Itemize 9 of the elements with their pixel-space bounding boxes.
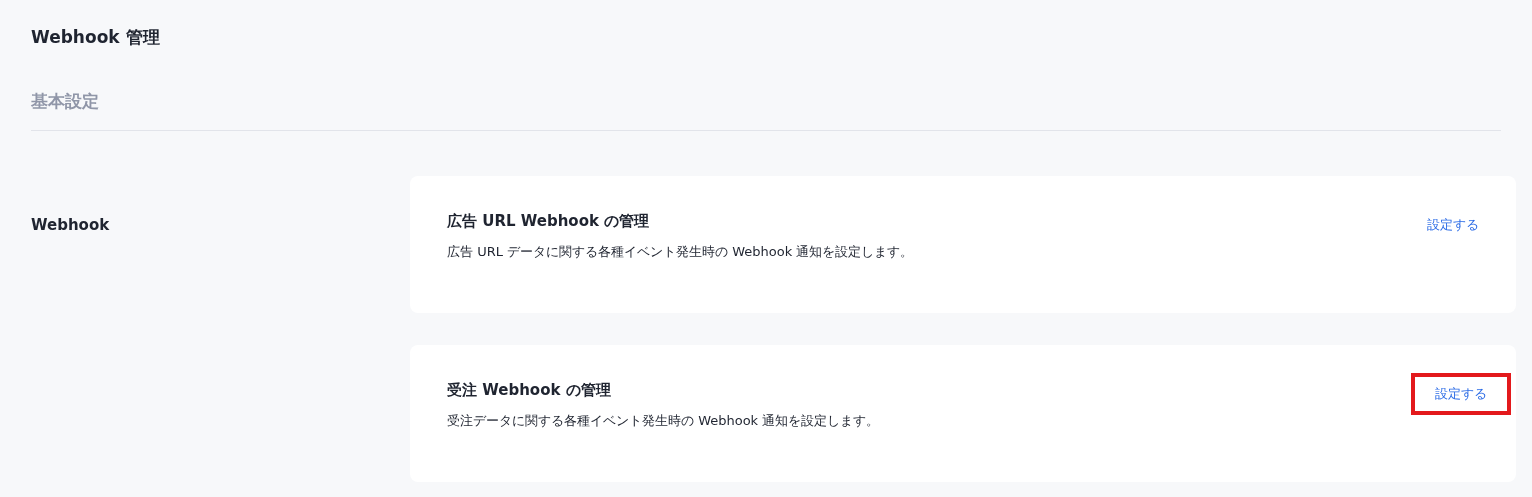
card-description: 受注データに関する各種イベント発生時の Webhook 通知を設定します。 (447, 412, 880, 430)
section-title: 基本設定 (31, 90, 99, 113)
card-description: 広告 URL データに関する各種イベント発生時の Webhook 通知を設定します。 (447, 243, 914, 261)
card-title: 広告 URL Webhook の管理 (447, 211, 650, 232)
page-title: Webhook 管理 (31, 26, 160, 49)
configure-link[interactable]: 設定する (1411, 373, 1511, 415)
configure-link[interactable]: 設定する (1427, 215, 1479, 235)
group-label: Webhook (31, 216, 110, 234)
card-title: 受注 Webhook の管理 (447, 380, 611, 401)
